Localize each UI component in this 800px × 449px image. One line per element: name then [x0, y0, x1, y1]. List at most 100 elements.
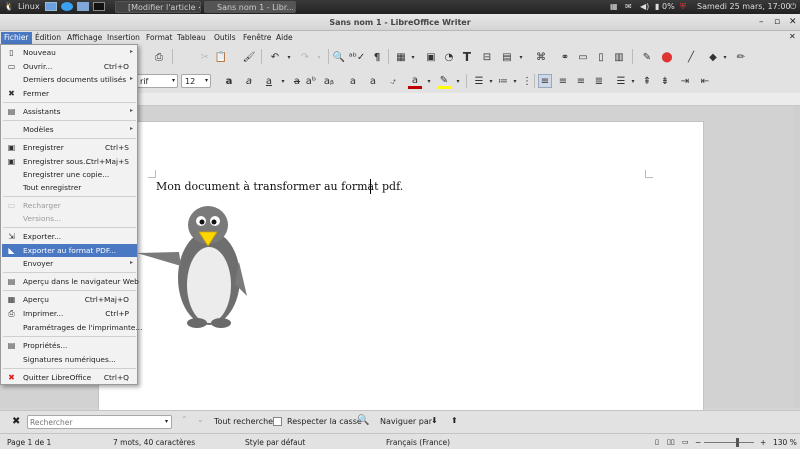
- shape-dropdown-icon[interactable]: ▾: [718, 50, 732, 64]
- field-dropdown-icon[interactable]: ▾: [514, 50, 528, 64]
- horizontal-ruler[interactable]: [138, 93, 800, 106]
- font-color-dropdown-icon[interactable]: ▾: [422, 74, 436, 88]
- menu-item-tout-enregistrer[interactable]: Tout enregistrer: [2, 181, 137, 194]
- linux-logo-icon[interactable]: 🐧: [4, 2, 14, 11]
- redo-dropdown-icon[interactable]: ▾: [312, 50, 326, 64]
- multi-page-view-icon[interactable]: ▯▯: [667, 438, 675, 446]
- menu-item-versions[interactable]: Versions...: [2, 212, 137, 225]
- navigate-down-icon[interactable]: ⬇: [431, 416, 438, 425]
- highlight-dropdown-icon[interactable]: ▾: [451, 74, 465, 88]
- browser-icon[interactable]: [61, 2, 73, 11]
- insert-field-icon[interactable]: ▤: [500, 50, 514, 64]
- basic-shapes-icon[interactable]: ⬤: [660, 50, 674, 64]
- zoom-level[interactable]: 130 %: [773, 438, 797, 447]
- page-count[interactable]: Page 1 de 1: [7, 438, 51, 447]
- minimize-icon[interactable]: –: [759, 17, 764, 27]
- font-size-dropdown-icon[interactable]: ▾: [205, 77, 208, 84]
- vertical-scrollbar[interactable]: [794, 106, 800, 408]
- task-writer-window[interactable]: Sans nom 1 - Libr...: [204, 1, 296, 13]
- align-right-icon[interactable]: ≡: [574, 74, 588, 88]
- font-color-icon[interactable]: a: [408, 73, 422, 87]
- close-find-toolbar-icon[interactable]: ✖: [12, 416, 20, 427]
- highlight-color-icon[interactable]: ✎: [437, 73, 451, 87]
- menu-fichier[interactable]: Fichier: [1, 32, 32, 44]
- menu-format[interactable]: Format: [143, 32, 175, 44]
- line-tool-icon[interactable]: ✎: [640, 50, 654, 64]
- subscript-icon[interactable]: aᵦ: [322, 74, 336, 88]
- font-name-dropdown-icon[interactable]: ▾: [172, 77, 175, 84]
- menu-item-modeles[interactable]: Modèles ▸: [2, 123, 137, 136]
- menu-insertion[interactable]: Insertion: [104, 32, 143, 44]
- menu-item-apercu-web[interactable]: ▤ Aperçu dans le navigateur Web: [2, 275, 139, 288]
- menu-outils[interactable]: Outils: [211, 32, 239, 44]
- menu-fenetre[interactable]: Fenêtre: [240, 32, 274, 44]
- underline-icon[interactable]: a: [262, 74, 276, 88]
- cut-icon[interactable]: ✂: [198, 50, 212, 64]
- find-next-icon[interactable]: ⌄: [197, 415, 204, 424]
- navigate-up-icon[interactable]: ⬆: [451, 416, 458, 425]
- menu-item-fermer[interactable]: ✖ Fermer: [2, 87, 137, 100]
- terminal-icon[interactable]: [93, 2, 105, 11]
- menu-item-apercu[interactable]: ▦ Aperçu Ctrl+Maj+O: [2, 293, 137, 306]
- italic-icon[interactable]: a: [242, 74, 256, 88]
- volume-icon[interactable]: ◀): [640, 2, 649, 11]
- undo-icon[interactable]: ↶: [268, 50, 282, 64]
- strikethrough-icon[interactable]: a: [290, 74, 304, 88]
- decrease-indent-icon[interactable]: ⇤: [698, 74, 712, 88]
- bold-icon[interactable]: a: [222, 74, 236, 88]
- paste-icon[interactable]: 📋: [214, 50, 228, 64]
- search-dropdown-icon[interactable]: ▾: [165, 418, 168, 425]
- task-browser-window[interactable]: [Modifier l'article <...: [115, 1, 201, 13]
- justify-icon[interactable]: ≣: [592, 74, 606, 88]
- underline-dropdown-icon[interactable]: ▾: [276, 74, 290, 88]
- document-text[interactable]: Mon document à transformer au format pdf…: [156, 180, 403, 193]
- book-view-icon[interactable]: ▭: [682, 438, 689, 446]
- special-character-icon[interactable]: ⌘: [534, 50, 548, 64]
- menu-item-proprietes[interactable]: ▤ Propriétés...: [2, 339, 137, 352]
- comment-icon[interactable]: ▯: [594, 50, 608, 64]
- update-shield-icon[interactable]: ⛨: [680, 2, 686, 12]
- desktop-icon[interactable]: [45, 2, 57, 11]
- print-direct-icon[interactable]: ⎙: [152, 50, 166, 64]
- clear-formatting-icon[interactable]: ⍻: [386, 74, 400, 88]
- menu-item-imprimer[interactable]: ⎙ Imprimer... Ctrl+P: [2, 307, 137, 320]
- close-document-icon[interactable]: ✕: [789, 32, 796, 41]
- menu-item-enregistrer-sous[interactable]: ▣ Enregistrer sous... Ctrl+Maj+S: [2, 155, 137, 168]
- spelling-icon[interactable]: ᵃᵇ✓: [349, 50, 366, 64]
- menu-item-exporter-pdf[interactable]: ◣ Exporter au format PDF...: [2, 244, 137, 257]
- find-replace-icon[interactable]: 🔍: [332, 50, 346, 64]
- menu-item-signatures[interactable]: Signatures numériques...: [2, 353, 137, 366]
- maximize-icon[interactable]: ▫: [774, 17, 780, 27]
- track-changes-icon[interactable]: ▥: [612, 50, 626, 64]
- battery-icon[interactable]: ▮: [655, 2, 659, 11]
- network-icon[interactable]: ▦: [610, 2, 618, 11]
- clone-formatting-icon[interactable]: 🖌: [242, 50, 256, 64]
- menu-item-exporter[interactable]: ⇲ Exporter...: [2, 230, 137, 243]
- insert-chart-icon[interactable]: ◔: [442, 50, 456, 64]
- menu-affichage[interactable]: Affichage: [64, 32, 105, 44]
- page-break-icon[interactable]: ⊟: [480, 50, 494, 64]
- draw-functions-icon[interactable]: ✏: [734, 50, 748, 64]
- menu-item-recharger[interactable]: ▭ Recharger: [2, 199, 137, 212]
- notification-icon[interactable]: ✉: [625, 2, 632, 11]
- single-page-view-icon[interactable]: ▯: [655, 438, 659, 446]
- line-icon[interactable]: ╱: [684, 50, 698, 64]
- search-combobox[interactable]: ▾: [27, 415, 172, 429]
- menu-item-derniers-documents[interactable]: Derniers documents utilisés ▸: [2, 73, 137, 86]
- clock[interactable]: Samedi 25 mars, 17:00: [697, 2, 791, 11]
- menu-item-quitter[interactable]: ✖ Quitter LibreOffice Ctrl+Q: [2, 371, 137, 384]
- menu-item-envoyer[interactable]: Envoyer ▸: [2, 257, 137, 270]
- penguin-image[interactable]: [135, 200, 250, 330]
- zoom-in-icon[interactable]: +: [760, 438, 766, 447]
- menu-item-parametrages-imprimante[interactable]: Paramétrages de l'imprimante...: [2, 321, 142, 334]
- find-previous-icon[interactable]: ⌃: [181, 415, 188, 424]
- os-label[interactable]: Linux: [18, 2, 40, 11]
- outline-format-icon[interactable]: ⋮: [520, 74, 534, 88]
- menu-item-enregistrer[interactable]: ▣ Enregistrer Ctrl+S: [2, 141, 137, 154]
- menu-edition[interactable]: Édition: [32, 32, 64, 44]
- undo-dropdown-icon[interactable]: ▾: [282, 50, 296, 64]
- redo-icon[interactable]: ↷: [298, 50, 312, 64]
- increase-paragraph-spacing-icon[interactable]: ⇞: [640, 74, 654, 88]
- menu-item-ouvrir[interactable]: ▭ Ouvrir... Ctrl+O: [2, 60, 137, 73]
- close-window-icon[interactable]: ✕: [789, 17, 797, 27]
